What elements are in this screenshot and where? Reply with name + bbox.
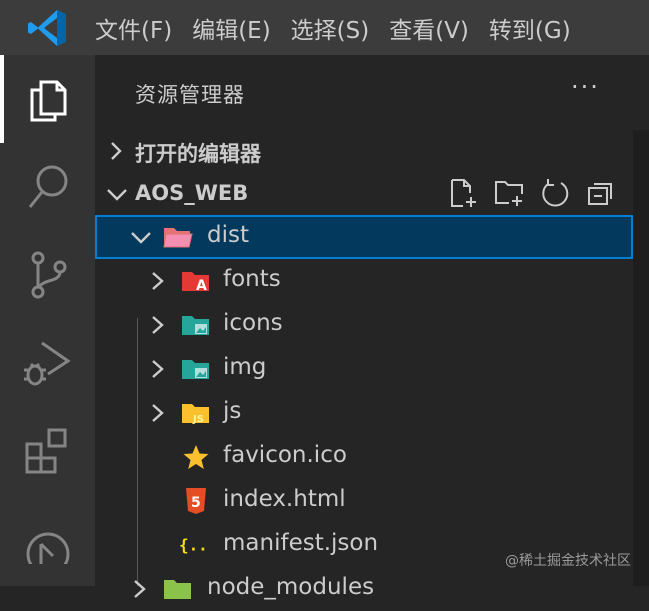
title-bar: 文件(F) 编辑(E) 选择(S) 查看(V) 转到(G) bbox=[0, 0, 649, 55]
sidebar-scrollbar[interactable] bbox=[633, 130, 649, 586]
tree-item-index-html[interactable]: 5 index.html bbox=[95, 479, 649, 523]
menu-bar: 文件(F) 编辑(E) 选择(S) 查看(V) 转到(G) bbox=[95, 0, 581, 55]
files-icon bbox=[30, 80, 66, 122]
tree-item-label: js bbox=[223, 398, 242, 424]
tree-item-icons[interactable]: icons bbox=[95, 303, 649, 347]
project-label: AOS_WEB bbox=[135, 181, 249, 205]
menu-go[interactable]: 转到(G) bbox=[479, 0, 581, 55]
search-icon bbox=[28, 165, 67, 208]
git-graph-icon bbox=[26, 532, 69, 564]
tree-item-node-modules[interactable]: node_modules bbox=[95, 567, 649, 611]
vscode-logo-icon[interactable] bbox=[0, 0, 95, 55]
menu-file[interactable]: 文件(F) bbox=[95, 0, 182, 55]
menu-edit[interactable]: 编辑(E) bbox=[182, 0, 280, 55]
tree-item-label: node_modules bbox=[207, 574, 375, 600]
project-section[interactable]: AOS_WEB bbox=[95, 173, 649, 215]
explorer-actions bbox=[447, 177, 617, 209]
watermark: @稀土掘金技术社区 bbox=[505, 553, 631, 569]
sidebar-title: 资源管理器 bbox=[135, 83, 245, 107]
tree-item-js[interactable]: JS js bbox=[95, 391, 649, 435]
menu-view[interactable]: 查看(V) bbox=[379, 0, 479, 55]
run-debug-icon bbox=[23, 341, 71, 386]
explorer-sidebar: 资源管理器 ··· 打开的编辑器 AOS_WEB dist A fonts ic… bbox=[95, 55, 649, 600]
tree-item-label: img bbox=[223, 354, 267, 380]
search-button[interactable] bbox=[0, 143, 95, 231]
chevron-right-icon bbox=[147, 402, 167, 428]
menu-selection[interactable]: 选择(S) bbox=[281, 0, 380, 55]
sidebar-header: 资源管理器 ··· bbox=[95, 55, 649, 130]
new-folder-icon[interactable] bbox=[493, 177, 525, 209]
tree-item-label: favicon.ico bbox=[223, 442, 347, 468]
chevron-right-icon bbox=[147, 314, 167, 340]
img-folder-icon bbox=[181, 355, 211, 383]
star-icon bbox=[181, 443, 211, 471]
tree-item-favicon[interactable]: favicon.ico bbox=[95, 435, 649, 479]
tree-item-label: index.html bbox=[223, 486, 346, 512]
git-graph-button[interactable] bbox=[0, 495, 95, 583]
svg-text:JS: JS bbox=[192, 414, 204, 425]
collapse-all-icon[interactable] bbox=[585, 177, 617, 209]
extensions-icon bbox=[25, 428, 66, 474]
js-folder-icon: JS bbox=[181, 399, 211, 427]
tree-item-label: icons bbox=[223, 310, 283, 336]
tree-item-label: dist bbox=[207, 222, 249, 248]
tree-item-img[interactable]: img bbox=[95, 347, 649, 391]
run-debug-button[interactable] bbox=[0, 319, 95, 407]
new-file-icon[interactable] bbox=[447, 177, 479, 209]
tree-item-label: fonts bbox=[223, 266, 281, 292]
open-editors-section[interactable]: 打开的编辑器 bbox=[95, 130, 649, 172]
chevron-down-icon bbox=[129, 226, 153, 252]
refresh-icon[interactable] bbox=[539, 177, 571, 209]
chevron-right-icon bbox=[147, 270, 167, 296]
fonts-folder-icon: A bbox=[181, 267, 211, 295]
svg-text:{..}: {..} bbox=[179, 536, 209, 555]
tree-item-dist[interactable]: dist bbox=[95, 215, 633, 259]
more-actions-button[interactable]: ··· bbox=[571, 73, 600, 101]
chevron-right-icon bbox=[105, 139, 127, 167]
json-icon: {..} bbox=[179, 531, 209, 559]
svg-text:5: 5 bbox=[191, 495, 201, 511]
explorer-button[interactable] bbox=[0, 55, 95, 143]
chevron-down-icon bbox=[105, 182, 129, 210]
activity-bar bbox=[0, 55, 95, 586]
chevron-right-icon bbox=[147, 358, 167, 384]
chevron-right-icon bbox=[129, 578, 149, 604]
dist-folder-icon bbox=[163, 223, 193, 251]
svg-text:A: A bbox=[196, 278, 207, 293]
tree-item-fonts[interactable]: A fonts bbox=[95, 259, 649, 303]
icons-folder-icon bbox=[181, 311, 211, 339]
html5-icon: 5 bbox=[181, 487, 211, 515]
tree-item-label: manifest.json bbox=[223, 530, 379, 556]
open-editors-label: 打开的编辑器 bbox=[135, 142, 261, 166]
extensions-button[interactable] bbox=[0, 407, 95, 495]
node-folder-icon bbox=[163, 575, 193, 603]
source-control-icon bbox=[31, 251, 66, 299]
source-control-button[interactable] bbox=[0, 231, 95, 319]
